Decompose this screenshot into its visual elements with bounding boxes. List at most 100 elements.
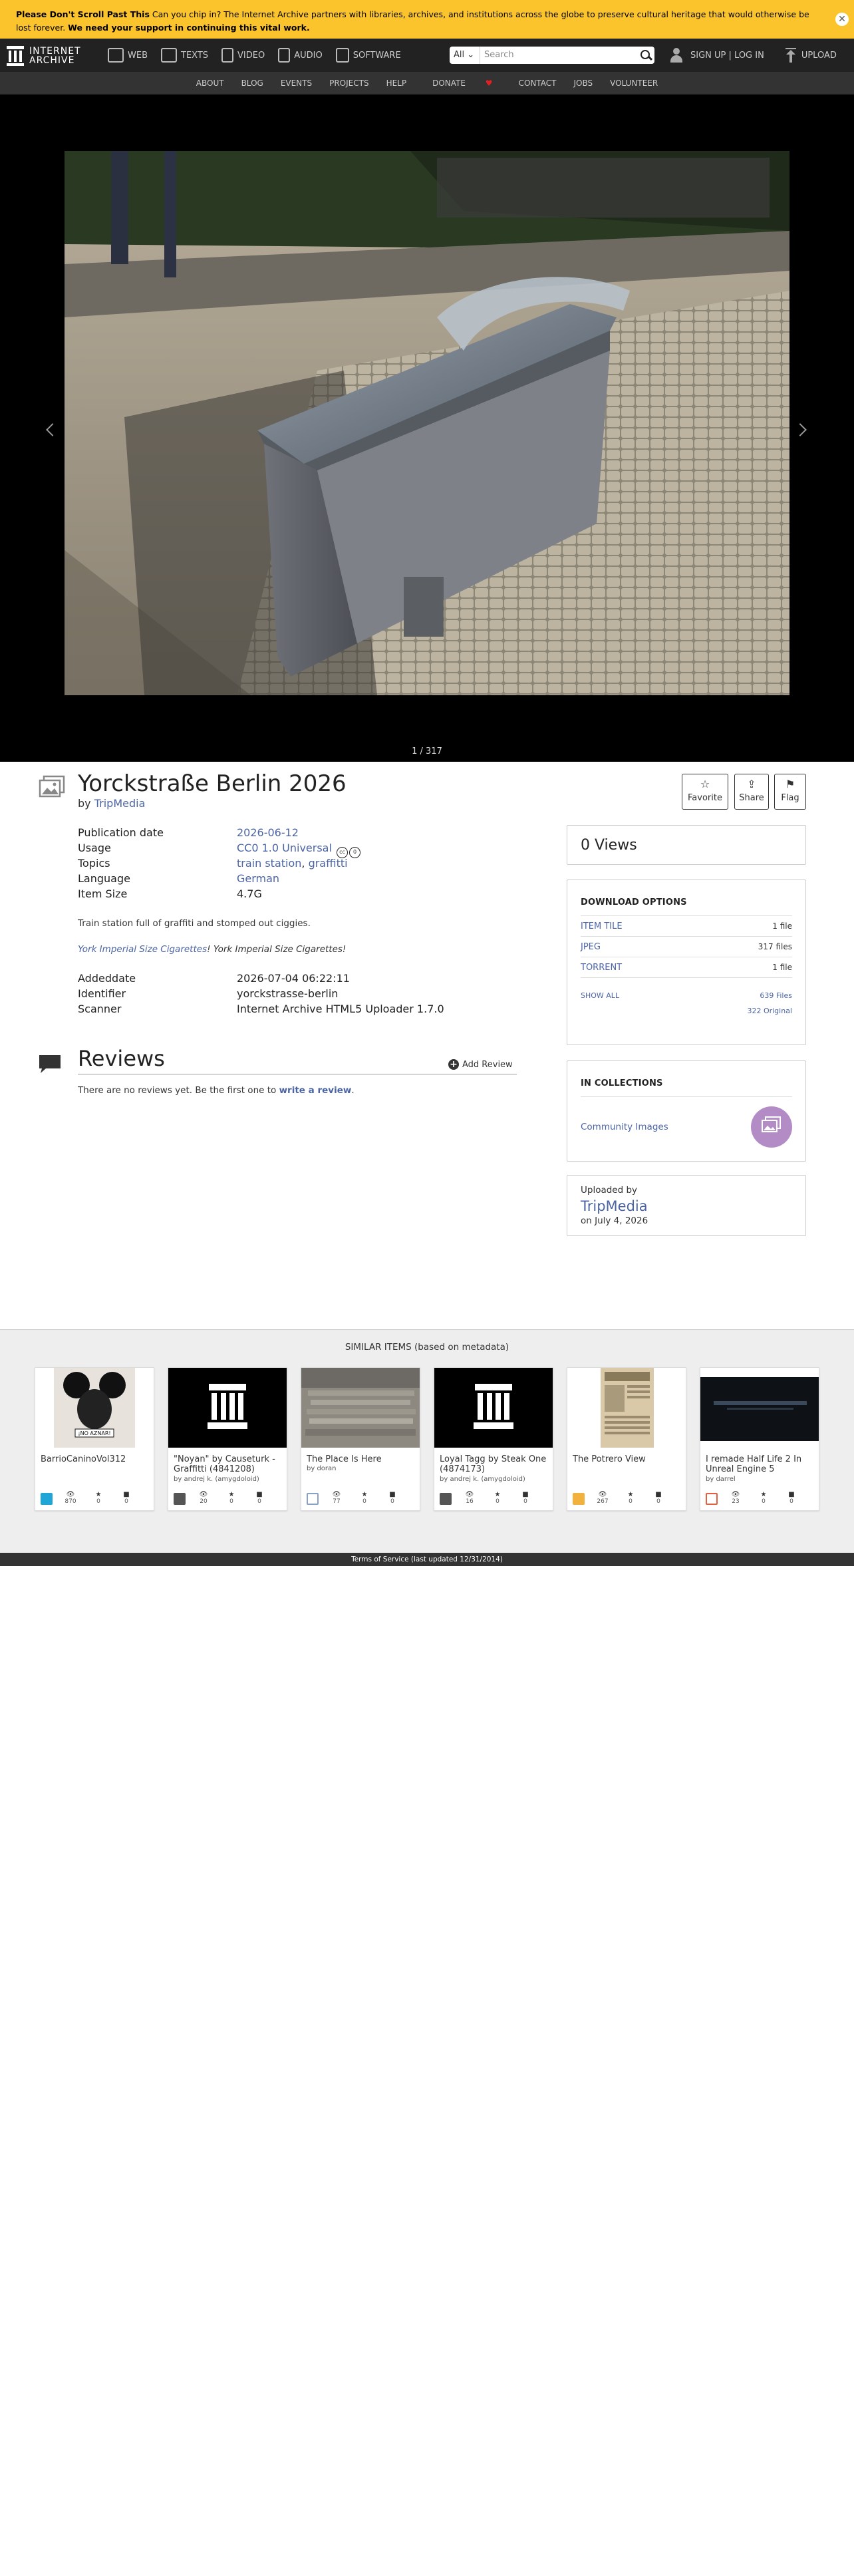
similar-item-title[interactable]: I remade Half Life 2 In Unreal Engine 5 xyxy=(706,1454,815,1474)
similar-item-card[interactable]: I remade Half Life 2 In Unreal Engine 5 … xyxy=(700,1367,819,1511)
ia-logo[interactable]: INTERNET ARCHIVE xyxy=(7,44,81,68)
favorite-button[interactable]: ☆ Favorite xyxy=(682,774,728,810)
svg-text:¡NO AZNAR!: ¡NO AZNAR! xyxy=(78,1430,110,1436)
subnav-volunteer[interactable]: VOLUNTEER xyxy=(610,79,658,88)
download-format[interactable]: ITEM TILE xyxy=(581,921,623,931)
topic-separator: , xyxy=(301,857,309,870)
subnav-jobs[interactable]: JOBS xyxy=(573,79,593,88)
reviews-empty: There are no reviews yet. Be the first o… xyxy=(78,1085,355,1096)
collection-item[interactable]: Community Images xyxy=(581,1106,792,1148)
files-link[interactable]: 639 Files xyxy=(760,991,792,1000)
license-link[interactable]: CC0 1.0 Universal xyxy=(237,842,332,854)
download-format[interactable]: JPEG xyxy=(581,942,601,952)
language-link[interactable]: German xyxy=(237,871,279,886)
item-photo[interactable] xyxy=(65,151,789,695)
similar-item-creator: by andrej k. (amygdoloid) xyxy=(174,1476,259,1483)
show-all-link[interactable]: SHOW ALL xyxy=(581,991,619,1000)
uploader-name[interactable]: TripMedia xyxy=(581,1198,805,1214)
collection-name[interactable]: Community Images xyxy=(581,1122,668,1132)
star-icon: ★ xyxy=(494,1491,501,1498)
community-images-icon[interactable] xyxy=(751,1106,792,1148)
original-files-link[interactable]: 322 Original xyxy=(581,1007,792,1015)
next-arrow-icon[interactable] xyxy=(793,423,807,436)
nav-texts[interactable]: TEXTS xyxy=(161,39,208,72)
mediatype-menu: WEB TEXTS VIDEO AUDIO SOFTWARE xyxy=(108,39,414,72)
user-icon[interactable] xyxy=(669,47,684,63)
upload-label: UPLOAD xyxy=(801,50,837,61)
description-link[interactable]: York Imperial Size Cigarettes xyxy=(78,944,207,955)
subnav-blog[interactable]: BLOG xyxy=(241,79,263,88)
subnav-about[interactable]: ABOUT xyxy=(196,79,224,88)
review-count: 0 xyxy=(390,1498,394,1505)
similar-item-title[interactable]: Loyal Tagg by Steak One (4874173) xyxy=(440,1454,549,1474)
subnav-contact[interactable]: CONTACT xyxy=(519,79,557,88)
download-row[interactable]: ITEM TILE 1 file xyxy=(581,916,792,937)
view-count: 267 xyxy=(597,1498,609,1505)
identifier-value: yorckstrasse-berlin xyxy=(237,987,339,1000)
banner-lead: Please Don't Scroll Past This xyxy=(16,9,150,19)
search-input[interactable]: Search xyxy=(480,47,637,64)
similar-item-title[interactable]: "Noyan" by Causeturk - Graffitti (484120… xyxy=(174,1454,283,1474)
signup-link[interactable]: SIGN UP xyxy=(690,51,726,61)
movies-mediatype-icon xyxy=(706,1493,718,1505)
subnav-donate[interactable]: DONATE ♥ xyxy=(424,79,501,88)
download-count: 317 files xyxy=(758,942,792,951)
download-format[interactable]: TORRENT xyxy=(581,963,622,973)
similar-item-card[interactable]: ¡NO AZNAR! BarrioCaninoVol312 👁 870 ★ 0 ■ 0 xyxy=(35,1367,154,1511)
favorite-label: Favorite xyxy=(688,793,722,803)
close-icon[interactable]: ✕ xyxy=(835,13,849,26)
prev-arrow-icon[interactable] xyxy=(46,423,59,436)
flag-button[interactable]: ⚑ Flag xyxy=(774,774,806,810)
reviews-empty-text: There are no reviews yet. Be the first o… xyxy=(78,1085,279,1096)
subnav-help[interactable]: HELP xyxy=(386,79,407,88)
nav-web[interactable]: WEB xyxy=(108,39,148,72)
login-link[interactable]: LOG IN xyxy=(734,51,764,61)
upload-button[interactable]: UPLOAD xyxy=(785,48,837,63)
topic-link-2[interactable]: graffitti xyxy=(309,857,348,870)
review-count: 0 xyxy=(789,1498,793,1505)
scanner-value: Internet Archive HTML5 Uploader 1.7.0 xyxy=(237,1003,444,1015)
comment-icon: ■ xyxy=(788,1491,795,1498)
similar-item-title[interactable]: The Potrero View xyxy=(573,1454,682,1464)
language-label: Language xyxy=(78,872,130,885)
logo-line-1: INTERNET xyxy=(29,46,81,57)
write-review-link[interactable]: write a review xyxy=(279,1085,352,1096)
nav-video[interactable]: VIDEO xyxy=(221,39,265,72)
view-count: 23 xyxy=(732,1498,740,1505)
heart-icon: ♥ xyxy=(485,79,493,88)
banner-tail: We need your support in continuing this … xyxy=(68,23,310,33)
software-icon xyxy=(335,48,349,63)
item-thumbnail xyxy=(434,1368,553,1448)
creator-link[interactable]: TripMedia xyxy=(94,797,146,810)
add-review-button[interactable]: + Add Review xyxy=(448,1059,513,1070)
nav-software[interactable]: SOFTWARE xyxy=(335,39,401,72)
download-row[interactable]: TORRENT 1 file xyxy=(581,957,792,978)
star-icon: ★ xyxy=(95,1491,102,1498)
subnav-projects[interactable]: PROJECTS xyxy=(329,79,368,88)
topic-link-1[interactable]: train station xyxy=(237,857,301,870)
topics-label: Topics xyxy=(78,857,110,870)
similar-item-card[interactable]: "Noyan" by Causeturk - Graffitti (484120… xyxy=(168,1367,287,1511)
subnav-events[interactable]: EVENTS xyxy=(281,79,312,88)
share-button[interactable]: ⇪ Share xyxy=(734,774,769,810)
similar-item-card[interactable]: Loyal Tagg by Steak One (4874173) by and… xyxy=(434,1367,553,1511)
nav-audio[interactable]: AUDIO xyxy=(278,39,323,72)
download-row[interactable]: JPEG 317 files xyxy=(581,937,792,957)
description-tail: ! York Imperial Size Cigarettes! xyxy=(207,944,347,955)
footer-terms[interactable]: Terms of Service (last updated 12/31/201… xyxy=(0,1553,854,1566)
image-mediatype-icon xyxy=(307,1493,319,1505)
search-icon[interactable] xyxy=(637,47,654,64)
similar-item-title[interactable]: The Place Is Here xyxy=(307,1454,416,1464)
similar-item-title[interactable]: BarrioCaninoVol312 xyxy=(41,1454,150,1464)
identifier-label: Identifier xyxy=(78,987,126,1000)
similar-item-card[interactable]: The Place Is Here by doran 👁 77 ★ 0 ■ 0 xyxy=(301,1367,420,1511)
upload-icon xyxy=(785,48,796,63)
search-scope-select[interactable]: All ⌄ xyxy=(450,47,480,64)
top-nav: INTERNET ARCHIVE WEB TEXTS VIDEO AUDIO S… xyxy=(0,39,854,72)
add-review-label: Add Review xyxy=(462,1059,513,1070)
similar-item-card[interactable]: The Potrero View 👁 267 ★ 0 ■ 0 xyxy=(567,1367,686,1511)
publication-date-link[interactable]: 2026-06-12 xyxy=(237,825,299,840)
review-count: 0 xyxy=(523,1498,527,1505)
view-count: 20 xyxy=(200,1498,208,1505)
addeddate-value: 2026-07-04 06:22:11 xyxy=(237,972,350,985)
